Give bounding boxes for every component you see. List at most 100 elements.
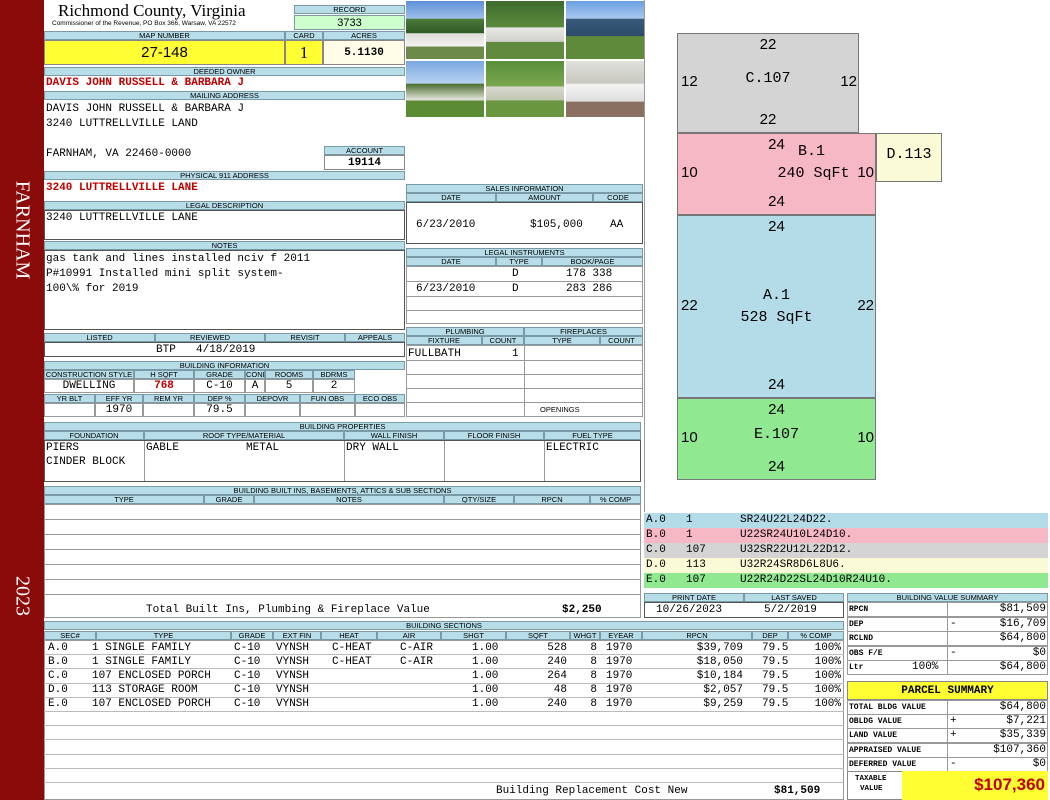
- sales-amount: $105,000: [530, 219, 583, 231]
- builtins-notes-header: NOTES: [254, 495, 444, 504]
- last-saved-label: LAST SAVED: [744, 593, 844, 602]
- sections-header-4: HEAT: [321, 631, 377, 640]
- property-photo-5[interactable]: [485, 60, 565, 118]
- section-cell-2-2: C-10: [234, 670, 261, 682]
- bi-header2-0: YR BLT: [44, 394, 95, 403]
- sections-header-9: EYEAR: [600, 631, 642, 640]
- sales-label: SALES INFORMATION: [406, 184, 643, 193]
- sketch-dim-right-2: 22: [857, 296, 874, 314]
- building-properties-label: BUILDING PROPERTIES: [44, 422, 641, 431]
- section-cell-3-9: 1970: [606, 684, 633, 696]
- reviewed-date: 4/18/2019: [196, 344, 256, 356]
- section-cell-2-1: 107 ENCLOSED PORCH: [92, 670, 211, 682]
- county-name: Richmond County, Virginia: [58, 1, 246, 20]
- fireplaces-label: FIREPLACES: [524, 327, 643, 336]
- section-cell-3-2: C-10: [234, 684, 261, 696]
- parcel-val-2: $35,339: [999, 729, 1046, 742]
- parcel-key-3: APPRAISED VALUE: [849, 745, 922, 755]
- vsum-val-1: $16,709: [999, 617, 1046, 630]
- section-cell-0-6: 1.00: [472, 642, 499, 654]
- section-cell-0-3: VYNSH: [276, 642, 310, 654]
- revisit-label: REVISIT: [265, 333, 345, 342]
- section-cell-4-10: $9,259: [703, 698, 743, 710]
- legend-n-2: 107: [686, 544, 706, 556]
- sections-header-5: AIR: [377, 631, 441, 640]
- legend-n-3: 113: [686, 559, 706, 571]
- section-cell-0-8: 8: [590, 642, 597, 654]
- section-cell-0-11: 79.5: [762, 642, 789, 654]
- section-cell-4-2: C-10: [234, 698, 261, 710]
- section-cell-0-9: 1970: [606, 642, 633, 654]
- sections-header-0: SEC#: [44, 631, 96, 640]
- vsum-val-2: $64,800: [999, 632, 1046, 644]
- legend-row-0: A.0 1 SR24U22L24D22.: [644, 513, 1048, 528]
- section-cell-4-12: 100%: [814, 698, 841, 710]
- section-cell-1-8: 8: [590, 656, 597, 668]
- openings-label: OPENINGS: [540, 405, 580, 414]
- legend-n-0: 1: [686, 514, 693, 526]
- section-cell-0-2: C-10: [234, 642, 261, 654]
- instr-row1-book: 178 338: [566, 268, 613, 280]
- section-cell-2-0: C.0: [48, 670, 68, 682]
- sketch-label-1: B.1: [797, 143, 825, 160]
- property-photo-2[interactable]: [485, 0, 565, 60]
- mailing-line1: DAVIS JOHN RUSSELL & BARBARA J: [46, 103, 245, 115]
- section-cell-0-4: C-HEAT: [332, 642, 372, 654]
- legend-code-2: U32SR22U12L22D12.: [740, 544, 853, 556]
- property-photo-4[interactable]: [405, 60, 485, 118]
- legal-label: LEGAL DESCRIPTION: [44, 201, 405, 210]
- sketch-dim-right-0: 12: [840, 73, 857, 90]
- sections-header-12: % COMP: [788, 631, 844, 640]
- bi-header-1: H SQFT: [134, 370, 194, 379]
- section-cell-0-0: A.0: [48, 642, 68, 654]
- sidebar-year: 2023: [11, 576, 34, 616]
- parcel-key-4: DEFERRED VALUE: [849, 759, 917, 769]
- bi-value2-3: 79.5: [194, 403, 245, 417]
- section-cell-4-3: VYNSH: [276, 698, 310, 710]
- property-photo-3[interactable]: [565, 0, 645, 60]
- listed-label: LISTED: [44, 333, 155, 342]
- section-cell-1-7: 240: [547, 656, 567, 668]
- sketch-dim-left-1: 10: [681, 164, 698, 181]
- vsum-pct-4: 100%: [912, 661, 939, 673]
- value-summary-label: BUILDING VALUE SUMMARY: [847, 593, 1048, 602]
- bi-header-3: COND: [245, 370, 265, 379]
- bi-value-1: 768: [134, 379, 194, 393]
- legend-sec-4: E.0: [646, 574, 666, 586]
- section-cell-4-9: 1970: [606, 698, 633, 710]
- legend-sec-0: A.0: [646, 514, 666, 526]
- section-cell-3-8: 8: [590, 684, 597, 696]
- instr-row2-type: D: [512, 283, 519, 295]
- taxable-label-1: TAXABLE: [855, 775, 887, 783]
- section-cell-3-0: D.0: [48, 684, 68, 696]
- section-cell-1-10: $18,050: [696, 656, 743, 668]
- section-cell-4-8: 8: [590, 698, 597, 710]
- building-info-label: BUILDING INFORMATION: [44, 361, 405, 370]
- vsum-key-3: OBS F/E: [849, 648, 883, 658]
- print-date-label: PRINT DATE: [644, 593, 744, 602]
- sketch-dim-left-0: 12: [681, 73, 698, 90]
- section-cell-2-3: VYNSH: [276, 670, 310, 682]
- vsum-val-4: $64,800: [999, 661, 1046, 673]
- legend-code-0: SR24U22L24D22.: [740, 514, 833, 526]
- vsum-sep-1: [947, 616, 948, 632]
- sales-code-header: CODE: [593, 193, 643, 202]
- record-label: RECORD: [294, 5, 405, 14]
- property-photo-1[interactable]: [405, 0, 485, 60]
- parcel-val-3: $107,360: [993, 743, 1046, 756]
- legend-row-4: E.0 107 U22R24D22SL24D10R24U10.: [644, 573, 1048, 588]
- section-cell-2-11: 79.5: [762, 670, 789, 682]
- bi-header-0: CONSTRUCTION STYLE: [44, 370, 134, 379]
- builtins-type-header: TYPE: [44, 495, 204, 504]
- bi-value-4: 5: [265, 379, 313, 393]
- sections-rule-8: [44, 753, 844, 755]
- record-value: 3733: [294, 15, 405, 30]
- section-cell-3-12: 100%: [814, 684, 841, 696]
- section-cell-0-5: C-AIR: [400, 642, 434, 654]
- section-cell-3-11: 79.5: [762, 684, 789, 696]
- fireplace-type-header: TYPE: [524, 336, 600, 345]
- bi-header-5: BDRMS: [313, 370, 355, 379]
- bi-value-5: 2: [313, 379, 355, 393]
- property-photo-6[interactable]: [565, 60, 645, 118]
- parcel-summary-title: PARCEL SUMMARY: [847, 681, 1048, 700]
